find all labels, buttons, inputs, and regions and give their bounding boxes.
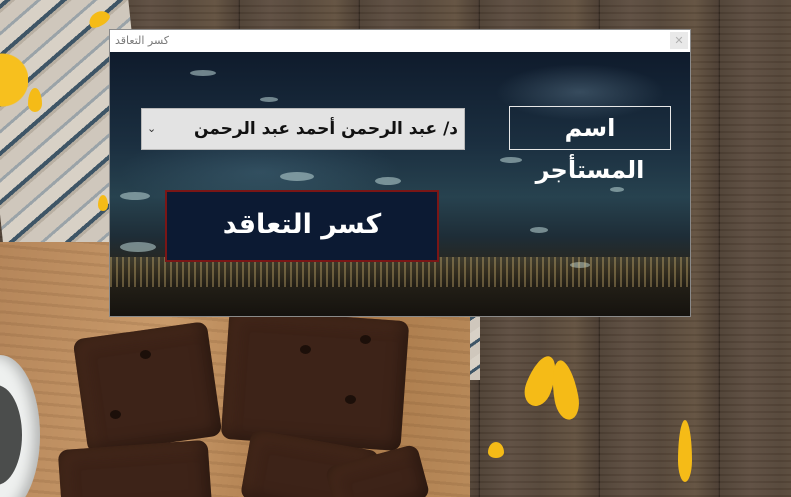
close-icon: ✕ bbox=[674, 34, 684, 47]
chocolate-chip bbox=[300, 345, 311, 354]
brownie bbox=[72, 321, 223, 454]
bokeh-light bbox=[120, 192, 150, 200]
form-background: اسم المستأجر د/ عبد الرحمن أحمد عبد الرح… bbox=[110, 52, 690, 316]
close-button[interactable]: ✕ bbox=[670, 32, 688, 49]
bokeh-light bbox=[375, 177, 401, 185]
flower-petal bbox=[28, 88, 42, 112]
bokeh-light bbox=[500, 157, 522, 163]
flower-petal bbox=[98, 195, 108, 211]
title-bar[interactable]: كسر التعاقد ✕ bbox=[110, 30, 690, 52]
chocolate-chip bbox=[360, 335, 371, 344]
window-title: كسر التعاقد bbox=[115, 34, 170, 47]
flower-petal bbox=[488, 442, 504, 458]
tenant-selected-value: د/ عبد الرحمن أحمد عبد الرحمن bbox=[193, 119, 458, 139]
bokeh-light bbox=[260, 97, 278, 102]
chevron-down-icon[interactable]: ⌄ bbox=[147, 109, 156, 149]
break-contract-window: كسر التعاقد ✕ اسم المستأجر د/ عبد الرحمن… bbox=[109, 29, 691, 317]
break-contract-button[interactable]: كسر التعاقد bbox=[165, 190, 439, 262]
bokeh-light bbox=[190, 70, 216, 76]
chocolate-chip bbox=[110, 410, 121, 419]
bokeh-light bbox=[280, 172, 314, 181]
bokeh-light bbox=[120, 242, 156, 252]
brownie bbox=[220, 308, 410, 452]
sunflower bbox=[0, 30, 28, 130]
bokeh-light bbox=[530, 227, 548, 233]
chocolate-chip bbox=[140, 350, 151, 359]
chocolate-chip bbox=[345, 395, 356, 404]
tenant-name-dropdown[interactable]: د/ عبد الرحمن أحمد عبد الرحمن ⌄ bbox=[141, 108, 465, 150]
brownie bbox=[57, 439, 213, 497]
tenant-name-label: اسم المستأجر bbox=[509, 106, 671, 184]
